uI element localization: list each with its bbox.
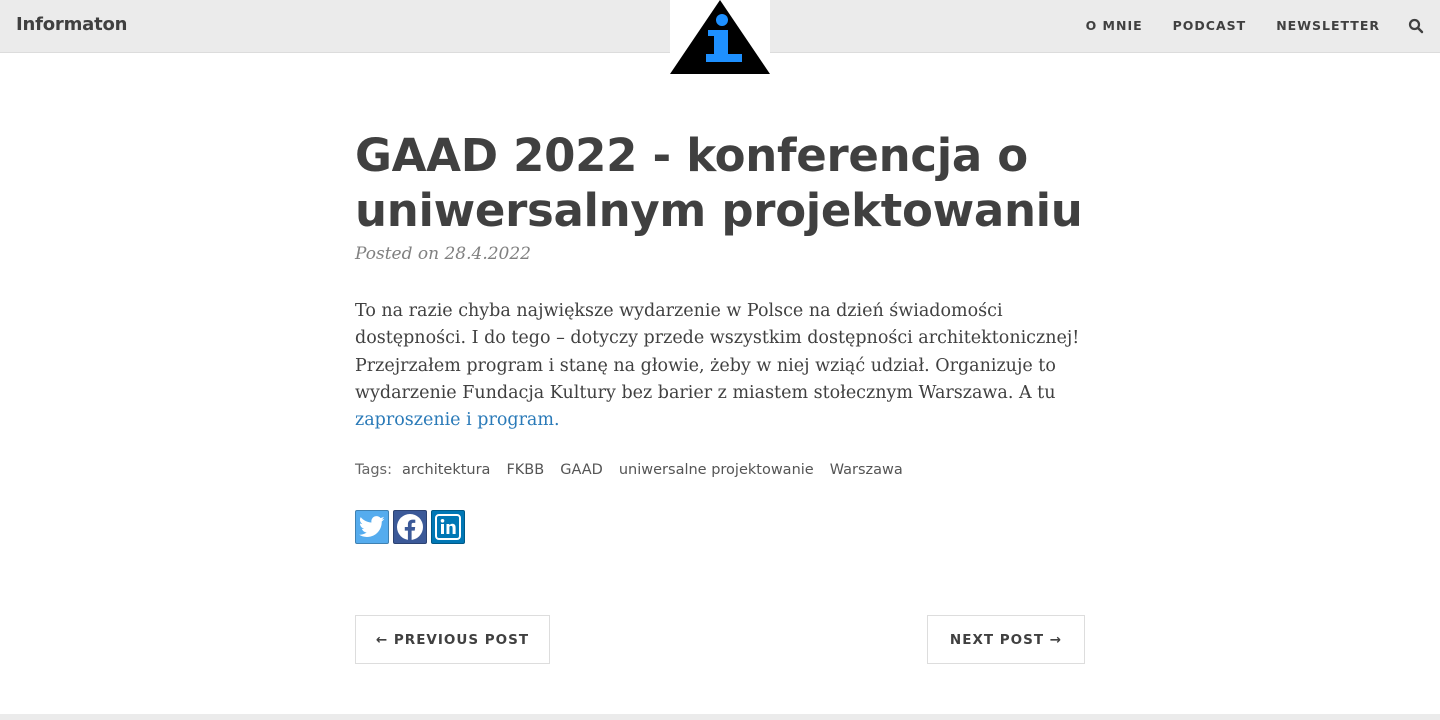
share-buttons: [355, 510, 1085, 545]
post-article: GAAD 2022 - konferencja o uniwersalnym p…: [355, 128, 1085, 545]
tags-label: Tags:: [355, 462, 392, 479]
previous-post-button[interactable]: ← PREVIOUS POST: [355, 615, 550, 664]
invitation-link[interactable]: zaproszenie i program.: [355, 410, 560, 430]
tag-gaad[interactable]: GAAD: [560, 462, 603, 478]
main-nav: O MNIE PODCAST NEWSLETTER: [1086, 18, 1380, 33]
navbar: Informaton O MNIE PODCAST NEWSLETTER: [0, 0, 1440, 75]
brand-link[interactable]: Informaton: [16, 14, 127, 35]
tags-list: Tags: architektura FKBB GAAD uniwersalne…: [355, 462, 1085, 478]
next-post-button[interactable]: NEXT POST →: [927, 615, 1085, 664]
search-button[interactable]: [1408, 18, 1424, 34]
footer-strip: [0, 714, 1440, 720]
share-linkedin-button[interactable]: [431, 510, 465, 545]
share-facebook-button[interactable]: [393, 510, 427, 545]
search-icon: [1408, 18, 1424, 34]
nav-newsletter[interactable]: NEWSLETTER: [1276, 18, 1380, 33]
nav-podcast[interactable]: PODCAST: [1173, 18, 1247, 33]
post-title: GAAD 2022 - konferencja o uniwersalnym p…: [355, 129, 1083, 237]
info-logo[interactable]: [670, 0, 770, 75]
post-pager: ← PREVIOUS POST NEXT POST →: [355, 615, 1085, 664]
tag-uniwersalne-projektowanie[interactable]: uniwersalne projektowanie: [619, 462, 814, 478]
tag-architektura[interactable]: architektura: [402, 462, 490, 478]
post-meta: Posted on 28.4.2022: [355, 244, 531, 264]
info-triangle-logo-icon: [670, 0, 770, 74]
nav-o-mnie[interactable]: O MNIE: [1086, 18, 1143, 33]
linkedin-icon: [435, 514, 461, 541]
tag-warszawa[interactable]: Warszawa: [830, 462, 903, 478]
twitter-icon: [359, 516, 385, 538]
post-body: To na razie chyba największe wydarzenie …: [355, 298, 1085, 434]
share-twitter-button[interactable]: [355, 510, 389, 545]
facebook-icon: [397, 514, 423, 541]
post-body-text: To na razie chyba największe wydarzenie …: [355, 301, 1080, 403]
tag-fkbb[interactable]: FKBB: [506, 462, 544, 478]
